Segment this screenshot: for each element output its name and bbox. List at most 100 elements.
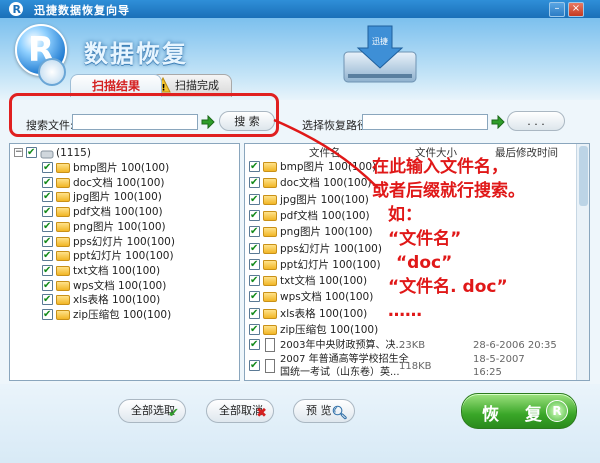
folder-checkbox[interactable]: [249, 289, 260, 304]
folder-checkbox[interactable]: [249, 175, 260, 190]
tree-item-checkbox[interactable]: [42, 189, 53, 204]
annotation-line: 或者后缀就行搜索。: [372, 181, 525, 201]
folder-row[interactable]: zip压缩包 100(100): [247, 322, 567, 338]
document-icon: [265, 359, 275, 373]
drive-icon: [40, 150, 54, 159]
tree-item-label: ppt幻灯片 100(100): [73, 250, 174, 263]
tree-item-checkbox[interactable]: [42, 175, 53, 190]
folder-label: pdf文档 100(100): [280, 209, 370, 222]
folder-checkbox[interactable]: [249, 159, 260, 174]
tree-item[interactable]: zip压缩包 100(100): [10, 307, 230, 323]
tree-item-label: txt文档 100(100): [73, 264, 161, 277]
tree-item-checkbox[interactable]: [42, 263, 53, 278]
folder-label: wps文档 100(100): [280, 291, 374, 304]
file-name-line2: 国统一考试（山东卷）英...: [280, 367, 400, 378]
folder-checkbox[interactable]: [249, 241, 260, 256]
restore-path-label: 选择恢复路径: [302, 119, 368, 132]
annotation-line: 在此输入文件名，: [372, 157, 508, 177]
folder-icon: [263, 227, 277, 238]
folder-label: doc文档 100(100): [280, 177, 372, 190]
folder-icon: [56, 310, 70, 320]
folder-icon: [263, 276, 277, 287]
file-size: 23KB: [399, 340, 426, 351]
restore-path-input[interactable]: [362, 114, 488, 130]
annotation-line: “文件名. doc”: [388, 277, 508, 297]
collapse-icon[interactable]: −: [14, 148, 23, 157]
check-icon: ✔: [168, 406, 179, 421]
folder-label: bmp图片 100(100): [280, 161, 377, 173]
tree-item-checkbox[interactable]: [42, 234, 53, 249]
folder-icon: [263, 162, 277, 172]
folder-checkbox[interactable]: [249, 224, 260, 239]
folder-icon: [56, 265, 70, 276]
folder-icon: [263, 194, 277, 205]
restore-button[interactable]: 恢 复 R: [461, 393, 577, 429]
file-size: 118KB: [399, 361, 432, 372]
preview-button[interactable]: 预 览 🔍︎: [293, 399, 355, 423]
folder-checkbox[interactable]: [249, 273, 260, 288]
header-banner: R 数据恢复 迅捷 ! 扫描完成 扫描结果: [0, 18, 600, 100]
restore-path-arrow-icon[interactable]: [491, 115, 505, 129]
select-all-button[interactable]: 全部选取 ✔: [118, 399, 186, 423]
tree-item-checkbox[interactable]: [42, 160, 53, 175]
drive-label: 迅捷: [372, 36, 388, 46]
folder-icon: [56, 251, 70, 262]
folder-icon: [56, 177, 70, 188]
tab-scan-results-label: 扫描结果: [91, 79, 140, 93]
tree-item-label: jpg图片 100(100): [73, 191, 162, 204]
tree-item-checkbox[interactable]: [42, 307, 53, 322]
tree-item-checkbox[interactable]: [42, 219, 53, 234]
preview-label: 预 览: [306, 404, 332, 417]
minimize-button[interactable]: –: [549, 2, 565, 17]
file-row[interactable]: 2003年中央财政预算、决... 23KB 28-6-2006 20:35: [247, 337, 577, 353]
file-checkbox[interactable]: [249, 358, 260, 373]
tree-item-label: wps文档 100(100): [73, 279, 167, 292]
tree-root-checkbox[interactable]: [26, 145, 37, 160]
close-button[interactable]: ×: [568, 2, 584, 17]
tree-item-checkbox[interactable]: [42, 278, 53, 293]
folder-label: xls表格 100(100): [280, 307, 368, 320]
folder-checkbox[interactable]: [249, 257, 260, 272]
svg-text:!: !: [162, 84, 166, 94]
file-row[interactable]: 2007 年普通高等学校招生全 国统一考试（山东卷）英... 118KB 18-…: [247, 354, 577, 380]
tree-item-label: png图片 100(100): [73, 220, 166, 233]
column-header-name[interactable]: 文件名: [309, 145, 341, 160]
folder-checkbox[interactable]: [249, 322, 260, 337]
tree-item-checkbox[interactable]: [42, 248, 53, 263]
annotation-line: ……: [388, 301, 422, 321]
annotation-line: “doc”: [396, 253, 453, 273]
folder-label: ppt幻灯片 100(100): [280, 258, 381, 271]
folder-label: txt文档 100(100): [280, 275, 368, 288]
folder-checkbox[interactable]: [249, 208, 260, 223]
annotation-line: 如：: [388, 205, 422, 225]
file-name: 2003年中央财政预算、决...: [280, 340, 405, 351]
folder-icon: [56, 280, 70, 291]
document-icon: [265, 338, 275, 352]
annotation-line: “文件名”: [388, 229, 462, 249]
folder-icon: [56, 163, 70, 173]
file-modified-time: 16:25: [473, 367, 502, 378]
browse-button[interactable]: . . .: [507, 111, 565, 131]
folder-icon: [56, 236, 70, 247]
window-title: 迅捷数据恢复向导: [34, 4, 130, 17]
folder-label: pps幻灯片 100(100): [280, 242, 382, 255]
tree-item-label: bmp图片 100(100): [73, 162, 170, 174]
folder-checkbox[interactable]: [249, 192, 260, 207]
tree-root-row[interactable]: − (1115): [10, 145, 230, 161]
tree-item-checkbox[interactable]: [42, 292, 53, 307]
clock-icon: [38, 58, 66, 86]
tree-item-label: pdf文档 100(100): [73, 206, 163, 219]
annotation-text: 在此输入文件名， 或者后缀就行搜索。 如： “文件名” “doc” “文件名. …: [372, 155, 600, 323]
folder-icon: [56, 295, 70, 306]
recovery-wizard-window: R 迅捷数据恢复向导 – × R 数据恢复 迅捷 ! 扫描完成 扫描结果 搜索文…: [0, 0, 600, 463]
folder-icon: [263, 178, 277, 189]
folder-icon: [263, 210, 277, 221]
tree-item-checkbox[interactable]: [42, 204, 53, 219]
folder-label: jpg图片 100(100): [280, 193, 369, 206]
tree-item-label: zip压缩包 100(100): [73, 309, 172, 321]
app-title: 数据恢复: [84, 40, 188, 68]
file-checkbox[interactable]: [249, 337, 260, 352]
folder-checkbox[interactable]: [249, 306, 260, 321]
folder-icon: [263, 325, 277, 335]
cancel-all-button[interactable]: 全部取消 ✖: [206, 399, 274, 423]
